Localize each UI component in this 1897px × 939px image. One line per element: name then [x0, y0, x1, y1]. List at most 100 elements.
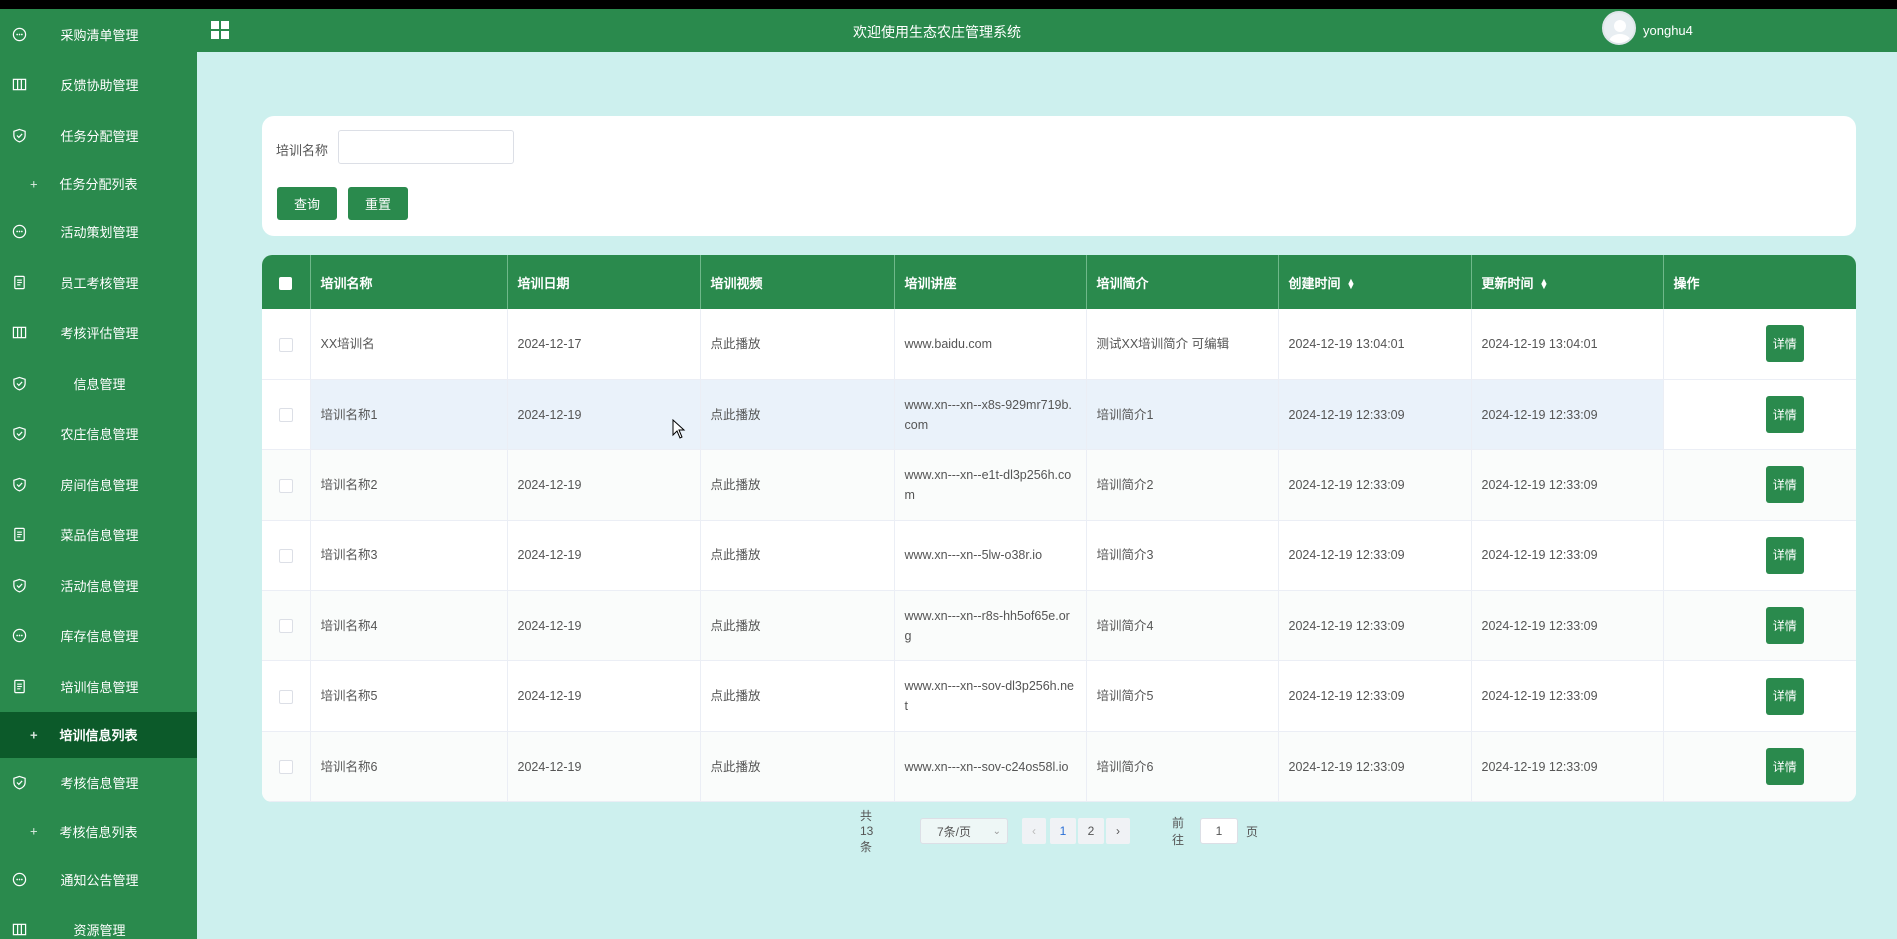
sidebar-item-label: 任务分配管理 [60, 128, 139, 144]
table-row[interactable]: 培训名称4 2024-12-19 点此播放 www.xn---xn--r8s-hh5o… [262, 590, 1856, 661]
row-checkbox[interactable] [262, 379, 311, 450]
username[interactable]: yonghu4 [1643, 23, 1693, 38]
column-header: 培训名称 [310, 255, 508, 309]
sidebar-item[interactable]: 库存信息管理 [0, 611, 197, 662]
row-checkbox[interactable] [262, 520, 311, 591]
select-all-checkbox[interactable] [262, 255, 311, 309]
table-cell: 2024-12-19 12:33:09 [1471, 449, 1664, 521]
action-cell: 详情 [1663, 661, 1856, 731]
video-play-link[interactable]: 点此播放 [700, 449, 895, 521]
sidebar-item-label: 信息管理 [73, 376, 126, 392]
sidebar-item[interactable]: 考核评估管理 [0, 308, 197, 359]
sidebar-item[interactable]: + 任务分配列表 [0, 161, 197, 207]
search-input[interactable] [338, 130, 514, 164]
video-play-link[interactable]: 点此播放 [700, 660, 895, 732]
sidebar-item[interactable]: 考核信息管理 [0, 758, 197, 809]
mouse-cursor-icon [672, 419, 686, 439]
column-header: 培训日期 [507, 255, 701, 309]
goto-page-input[interactable]: 1 [1200, 818, 1238, 844]
detail-button[interactable]: 详情 [1765, 748, 1804, 786]
sidebar-item-label: 活动信息管理 [60, 578, 139, 594]
sidebar-item-label: 考核评估管理 [60, 326, 139, 342]
sidebar-item-label: 员工考核管理 [60, 275, 139, 291]
query-button[interactable]: 查询 [277, 187, 337, 220]
sidebar-item-label: 反馈协助管理 [60, 78, 139, 94]
video-play-link[interactable]: 点此播放 [700, 309, 895, 380]
column-header-label: 创建时间 [1288, 275, 1341, 291]
sidebar-item-label: 资源管理 [73, 923, 126, 939]
reset-button[interactable]: 重置 [348, 187, 408, 220]
page-size-select[interactable]: 7条/页 ⌄ [920, 818, 1008, 844]
columns-icon [11, 922, 27, 938]
page-size-value: 7条/页 [937, 824, 972, 839]
search-label: 培训名称 [276, 143, 329, 158]
video-play-link[interactable]: 点此播放 [700, 731, 895, 802]
sidebar-item[interactable]: 采购清单管理 [0, 9, 197, 60]
table-cell: 2024-12-17 [507, 309, 701, 380]
table-cell[interactable]: www.xn---xn--sov-c24os58l.io [894, 731, 1087, 802]
table-row[interactable]: 培训名称3 2024-12-19 点此播放 www.xn---xn--5lw-o38r… [262, 520, 1856, 591]
sidebar-item[interactable]: 培训信息管理 [0, 661, 197, 712]
table-row[interactable]: 培训名称1 2024-12-19 点此播放 www.xn---xn--x8s-929m… [262, 379, 1856, 450]
sidebar-item[interactable]: 任务分配管理 [0, 110, 197, 161]
sidebar-item[interactable]: 农庄信息管理 [0, 409, 197, 460]
row-checkbox[interactable] [262, 660, 311, 732]
sidebar-item[interactable]: 房间信息管理 [0, 459, 197, 510]
avatar[interactable] [1602, 11, 1636, 45]
page-button-2[interactable]: 2 [1078, 818, 1104, 844]
table-cell: 2024-12-19 [507, 449, 701, 521]
table-cell: 2024-12-19 13:04:01 [1278, 309, 1472, 380]
detail-button[interactable]: 详情 [1765, 607, 1804, 645]
sort-icon[interactable]: ▲ ▼ [1540, 277, 1549, 291]
sidebar-item[interactable]: + 培训信息列表 [0, 711, 197, 758]
sidebar-item-label: 库存信息管理 [60, 629, 139, 645]
prev-page-button[interactable]: ‹ [1022, 818, 1046, 844]
video-play-link[interactable]: 点此播放 [700, 590, 895, 661]
table-cell: 2024-12-19 12:33:09 [1471, 660, 1664, 732]
detail-button[interactable]: 详情 [1765, 466, 1804, 504]
sidebar-item[interactable]: 员工考核管理 [0, 257, 197, 308]
table-cell: 培训简介4 [1086, 590, 1279, 661]
page-button-1[interactable]: 1 [1050, 818, 1076, 844]
sidebar-item[interactable]: + 考核信息列表 [0, 808, 197, 854]
sidebar-item-label: 采购清单管理 [60, 27, 139, 43]
table-cell[interactable]: www.xn---xn--r8s-hh5of65e.org [894, 590, 1087, 661]
table-cell[interactable]: www.baidu.com [894, 309, 1087, 380]
column-header-sortable[interactable]: 更新时间 ▲ ▼ [1471, 255, 1664, 309]
detail-button[interactable]: 详情 [1765, 325, 1804, 363]
row-checkbox[interactable] [262, 731, 311, 802]
table-cell[interactable]: www.xn---xn--sov-dl3p256h.net [894, 660, 1087, 732]
table-cell[interactable]: www.xn---xn--e1t-dl3p256h.com [894, 449, 1087, 521]
table-cell: 2024-12-19 12:33:09 [1471, 379, 1664, 450]
action-cell: 详情 [1663, 309, 1856, 379]
table-cell[interactable]: www.xn---xn--5lw-o38r.io [894, 520, 1087, 591]
table-cell[interactable]: www.xn---xn--x8s-929mr719b.com [894, 379, 1087, 450]
detail-button[interactable]: 详情 [1765, 536, 1804, 574]
video-play-link[interactable]: 点此播放 [700, 379, 895, 450]
sidebar-item[interactable]: 反馈协助管理 [0, 60, 197, 111]
row-checkbox[interactable] [262, 309, 311, 380]
next-page-button[interactable]: › [1106, 818, 1130, 844]
table-row[interactable]: 培训名称6 2024-12-19 点此播放 www.xn---xn--sov-c24o… [262, 731, 1856, 802]
sort-icon[interactable]: ▲ ▼ [1347, 277, 1356, 291]
table-row[interactable]: XX培训名 2024-12-17 点此播放 www.baidu.com 测试XX培训简介… [262, 309, 1856, 380]
column-header-sortable[interactable]: 创建时间 ▲ ▼ [1278, 255, 1472, 309]
sidebar-item[interactable]: 活动信息管理 [0, 560, 197, 611]
table-cell: 2024-12-19 12:33:09 [1278, 449, 1472, 521]
video-play-link[interactable]: 点此播放 [700, 520, 895, 591]
table-cell: 2024-12-19 13:04:01 [1471, 309, 1664, 380]
sidebar-item[interactable]: 信息管理 [0, 358, 197, 409]
sidebar-item-label: 培训信息管理 [60, 679, 139, 695]
shield-icon [11, 127, 27, 143]
row-checkbox[interactable] [262, 449, 311, 521]
table-row[interactable]: 培训名称5 2024-12-19 点此播放 www.xn---xn--sov-dl3p… [262, 660, 1856, 732]
sidebar-item[interactable]: 菜品信息管理 [0, 510, 197, 561]
sidebar-item-label: 菜品信息管理 [60, 528, 139, 544]
sidebar-item[interactable]: 通知公告管理 [0, 854, 197, 905]
row-checkbox[interactable] [262, 590, 311, 661]
sidebar-item[interactable]: 资源管理 [0, 905, 197, 939]
detail-button[interactable]: 详情 [1765, 677, 1804, 715]
sidebar-item[interactable]: 活动策划管理 [0, 207, 197, 258]
table-row[interactable]: 培训名称2 2024-12-19 点此播放 www.xn---xn--e1t-dl3p… [262, 449, 1856, 521]
detail-button[interactable]: 详情 [1765, 396, 1804, 434]
